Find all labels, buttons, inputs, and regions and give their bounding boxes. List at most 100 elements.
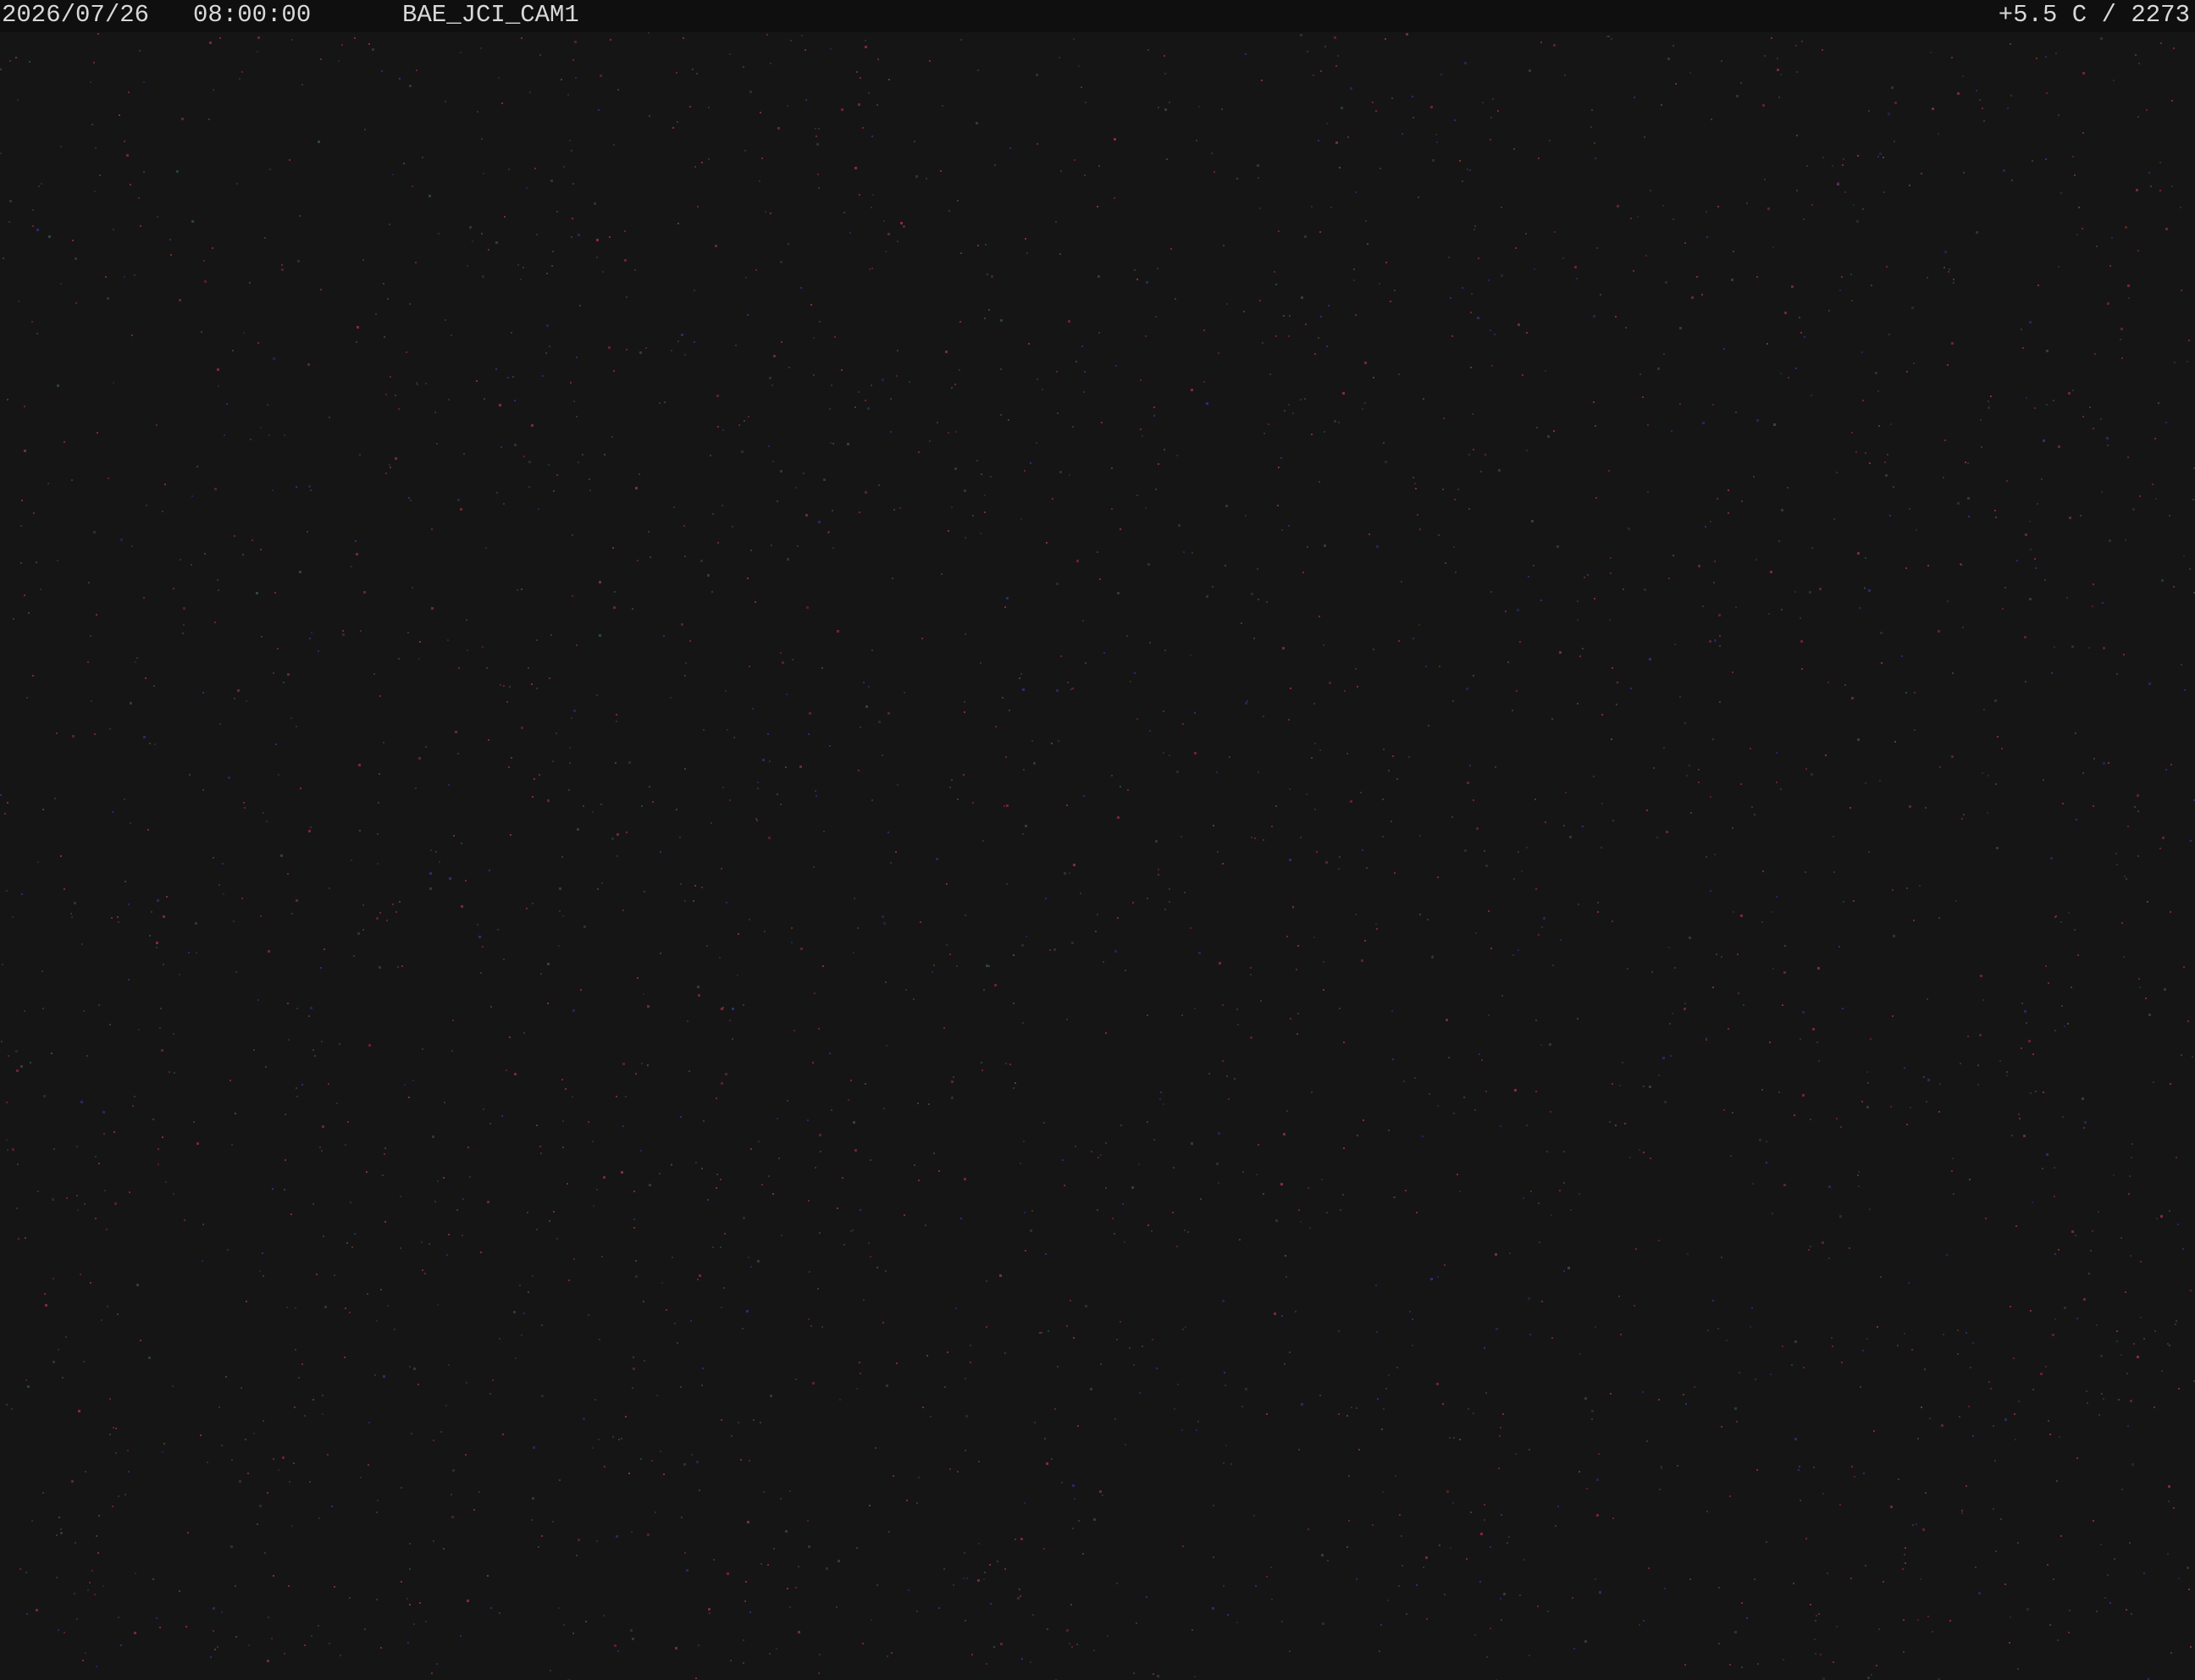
noise-speck	[1376, 928, 1378, 930]
noise-speck	[461, 843, 462, 844]
noise-speck	[1163, 1103, 1164, 1105]
noise-speck	[355, 540, 357, 542]
noise-speck	[626, 296, 628, 298]
noise-speck	[422, 157, 423, 158]
noise-speck	[2138, 978, 2140, 980]
noise-speck	[536, 1229, 538, 1230]
noise-speck	[1684, 1003, 1686, 1004]
noise-speck	[690, 1320, 692, 1322]
noise-speck	[42, 1492, 44, 1494]
noise-speck	[2016, 560, 2018, 561]
noise-speck	[416, 382, 417, 384]
noise-speck	[2164, 988, 2166, 991]
noise-speck	[1512, 710, 1513, 711]
noise-speck	[1860, 1386, 1861, 1388]
noise-speck	[2107, 445, 2109, 446]
noise-speck	[1341, 107, 1343, 109]
noise-speck	[62, 1377, 64, 1379]
noise-speck	[749, 1611, 751, 1613]
noise-speck	[2034, 407, 2036, 409]
noise-speck	[410, 500, 412, 501]
noise-speck	[1166, 158, 1168, 160]
noise-speck	[1949, 268, 1950, 270]
noise-speck	[1469, 765, 1471, 766]
noise-speck	[1562, 257, 1564, 259]
noise-speck	[1909, 508, 1910, 510]
noise-speck	[163, 915, 165, 918]
noise-speck	[1196, 1429, 1197, 1431]
noise-speck	[1963, 172, 1965, 174]
noise-speck	[650, 556, 651, 558]
noise-speck	[2127, 285, 2130, 287]
noise-speck	[1314, 743, 1316, 744]
noise-speck	[1304, 235, 1307, 238]
noise-speck	[1114, 1233, 1115, 1235]
noise-speck	[757, 788, 759, 789]
noise-speck	[65, 1336, 67, 1338]
noise-speck	[1877, 156, 1879, 158]
noise-speck	[1271, 826, 1273, 827]
noise-speck	[1032, 1614, 1034, 1616]
noise-speck	[547, 963, 550, 965]
noise-speck	[300, 788, 301, 789]
noise-speck	[1803, 218, 1805, 220]
noise-speck	[1831, 1337, 1833, 1339]
noise-speck	[425, 746, 427, 748]
noise-speck	[1055, 221, 1057, 223]
noise-speck	[780, 470, 782, 472]
noise-speck	[1082, 1553, 1084, 1555]
noise-speck	[896, 375, 898, 377]
noise-speck	[2082, 132, 2084, 134]
noise-speck	[2054, 916, 2056, 918]
noise-speck	[983, 1578, 985, 1580]
noise-speck	[808, 1545, 810, 1548]
noise-speck	[1394, 872, 1396, 874]
noise-speck	[692, 69, 694, 70]
noise-speck	[265, 1066, 267, 1068]
noise-speck	[158, 1163, 159, 1165]
noise-speck	[2025, 681, 2026, 682]
noise-speck	[2093, 428, 2094, 429]
noise-speck	[832, 510, 833, 511]
noise-speck	[2058, 266, 2060, 268]
noise-speck	[539, 774, 540, 776]
noise-speck	[135, 661, 136, 663]
noise-speck	[7, 399, 8, 401]
noise-speck	[12, 916, 14, 918]
noise-speck	[1445, 562, 1446, 564]
noise-speck	[2187, 1020, 2189, 1022]
noise-speck	[550, 1670, 551, 1672]
noise-speck	[1637, 216, 1639, 218]
noise-speck	[2159, 162, 2161, 163]
noise-speck	[930, 1416, 932, 1418]
noise-speck	[1887, 454, 1888, 456]
noise-speck	[2030, 549, 2032, 550]
noise-speck	[1221, 108, 1223, 110]
noise-speck	[1290, 1018, 1291, 1020]
noise-speck	[897, 350, 898, 351]
noise-speck	[422, 1269, 423, 1271]
noise-speck	[1849, 1247, 1850, 1249]
noise-speck	[770, 63, 771, 64]
noise-speck	[2075, 1235, 2076, 1236]
noise-speck	[628, 761, 631, 764]
noise-speck	[1876, 1665, 1877, 1666]
noise-speck	[1474, 1109, 1476, 1111]
noise-speck	[612, 547, 614, 549]
noise-speck	[1490, 117, 1492, 119]
noise-speck	[1381, 1429, 1383, 1430]
noise-speck	[994, 984, 997, 986]
noise-speck	[2188, 340, 2190, 341]
noise-speck	[239, 1480, 241, 1483]
noise-speck	[542, 375, 544, 377]
noise-speck	[1565, 792, 1567, 793]
noise-speck	[2071, 986, 2072, 988]
noise-speck	[749, 919, 750, 920]
noise-speck	[422, 1048, 423, 1050]
noise-speck	[212, 247, 213, 249]
noise-speck	[1326, 345, 1328, 347]
noise-speck	[1448, 1057, 1450, 1058]
noise-speck	[1759, 1139, 1761, 1141]
noise-speck	[928, 1103, 930, 1105]
noise-speck	[2072, 156, 2074, 158]
